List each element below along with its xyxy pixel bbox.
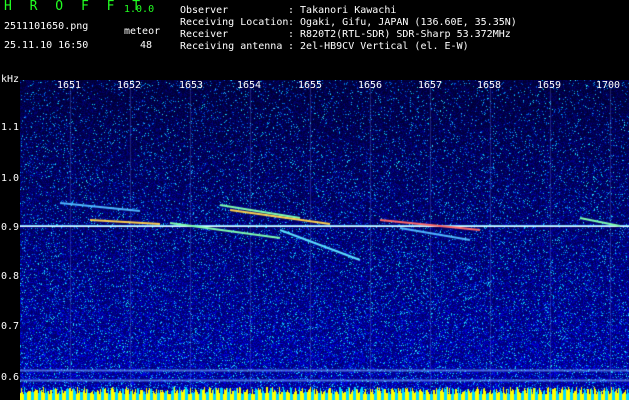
x-tick-label: 1656 — [358, 80, 383, 91]
antenna-label: Receiving antenna — [180, 41, 283, 52]
date-time: 25.11.10 16:50 — [4, 40, 89, 51]
y-tick-label: 0.8 — [1, 271, 20, 282]
y-axis-unit: kHz — [1, 74, 20, 85]
observer-label: Observer — [180, 5, 229, 16]
x-tick-label: 1653 — [179, 80, 204, 91]
x-tick-label: 1655 — [298, 80, 323, 91]
app-version: 1.0.0 — [124, 4, 155, 15]
receiver-value: : R820T2(RTL-SDR) SDR-Sharp 53.372MHz — [288, 29, 511, 40]
file-name: 2511101650.png — [4, 21, 89, 32]
y-tick-label: 0.6 — [1, 372, 20, 383]
x-tick-label: 1652 — [117, 80, 142, 91]
location-value: : Ogaki, Gifu, JAPAN (136.60E, 35.35N) — [288, 17, 517, 28]
observer-value: : Takanori Kawachi — [288, 5, 397, 16]
y-tick-label: 0.7 — [1, 321, 20, 332]
y-tick-label: 1.0 — [1, 173, 20, 184]
antenna-value: : 2el-HB9CV Vertical (el. E-W) — [288, 41, 469, 52]
location-label: Receiving Location — [180, 17, 289, 28]
x-tick-label: 1654 — [237, 80, 262, 91]
meteor-count: 48 — [140, 40, 153, 51]
y-tick-label: 1.1 — [1, 122, 20, 133]
spectrogram-canvas — [20, 80, 629, 400]
y-tick-label: 0.9 — [1, 222, 20, 233]
x-tick-label: 1658 — [477, 80, 502, 91]
x-tick-label: 1657 — [418, 80, 443, 91]
meteor-label: meteor — [124, 26, 161, 37]
x-tick-label: 1659 — [537, 80, 562, 91]
x-tick-label: 1651 — [57, 80, 82, 91]
receiver-label: Receiver — [180, 29, 229, 40]
header-panel: H R O F F T 1.0.0 2511101650.png meteor … — [0, 0, 629, 72]
x-tick-label: 1700 — [596, 80, 621, 91]
